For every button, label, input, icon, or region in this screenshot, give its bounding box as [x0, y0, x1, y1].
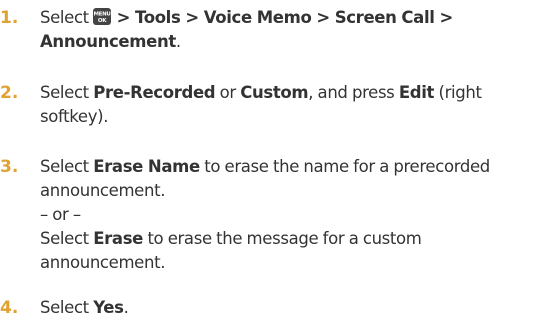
- menu-path: > Tools > Voice Memo > Screen Call >: [116, 8, 454, 27]
- softkey-edit: Edit: [398, 83, 435, 102]
- step-description: to erase the message for a custom: [147, 229, 422, 248]
- menu-ok-key-icon: MENU OK: [93, 8, 112, 25]
- step-description-continued: announcement.: [40, 181, 166, 200]
- step-verb: Select: [40, 229, 89, 248]
- step-description: to erase the name for a prerecorded: [204, 157, 490, 176]
- punctuation: .: [123, 298, 129, 317]
- step-description-continued: announcement.: [40, 253, 166, 272]
- step-number: 4.: [0, 298, 19, 318]
- step-number: 2.: [0, 83, 19, 103]
- option-custom: Custom: [240, 83, 309, 102]
- conjunction-or: or: [219, 83, 237, 102]
- step-text: Select Yes.: [40, 296, 555, 320]
- option-pre-recorded: Pre-Recorded: [93, 83, 216, 102]
- punctuation: .: [175, 32, 181, 51]
- step-verb: Select: [40, 298, 89, 317]
- step-verb: Select: [40, 8, 89, 27]
- softkey-hint: (right: [438, 83, 482, 102]
- alternative-separator: – or –: [40, 205, 81, 224]
- step-number: 1.: [0, 8, 19, 28]
- step-verb: Select: [40, 83, 89, 102]
- step-text: Select Erase Name to erase the name for …: [40, 155, 555, 275]
- ok-key-label: OK: [98, 18, 107, 24]
- step-verb: Select: [40, 157, 89, 176]
- softkey-hint-continued: softkey).: [40, 107, 109, 126]
- menu-path-end: Announcement: [40, 32, 176, 51]
- menu-ok-key-graphic: MENU OK: [94, 12, 111, 25]
- step-number: 3.: [0, 157, 19, 177]
- step-text: Select Pre-Recorded or Custom, and press…: [40, 81, 555, 129]
- step-text: Select MENU OK > Tools > Voice Memo > Sc…: [40, 6, 555, 54]
- option-erase: Erase: [93, 229, 144, 248]
- connector-text: , and press: [308, 83, 395, 102]
- menu-key-label: MENU: [94, 12, 111, 18]
- option-yes: Yes: [93, 298, 124, 317]
- option-erase-name: Erase Name: [93, 157, 200, 176]
